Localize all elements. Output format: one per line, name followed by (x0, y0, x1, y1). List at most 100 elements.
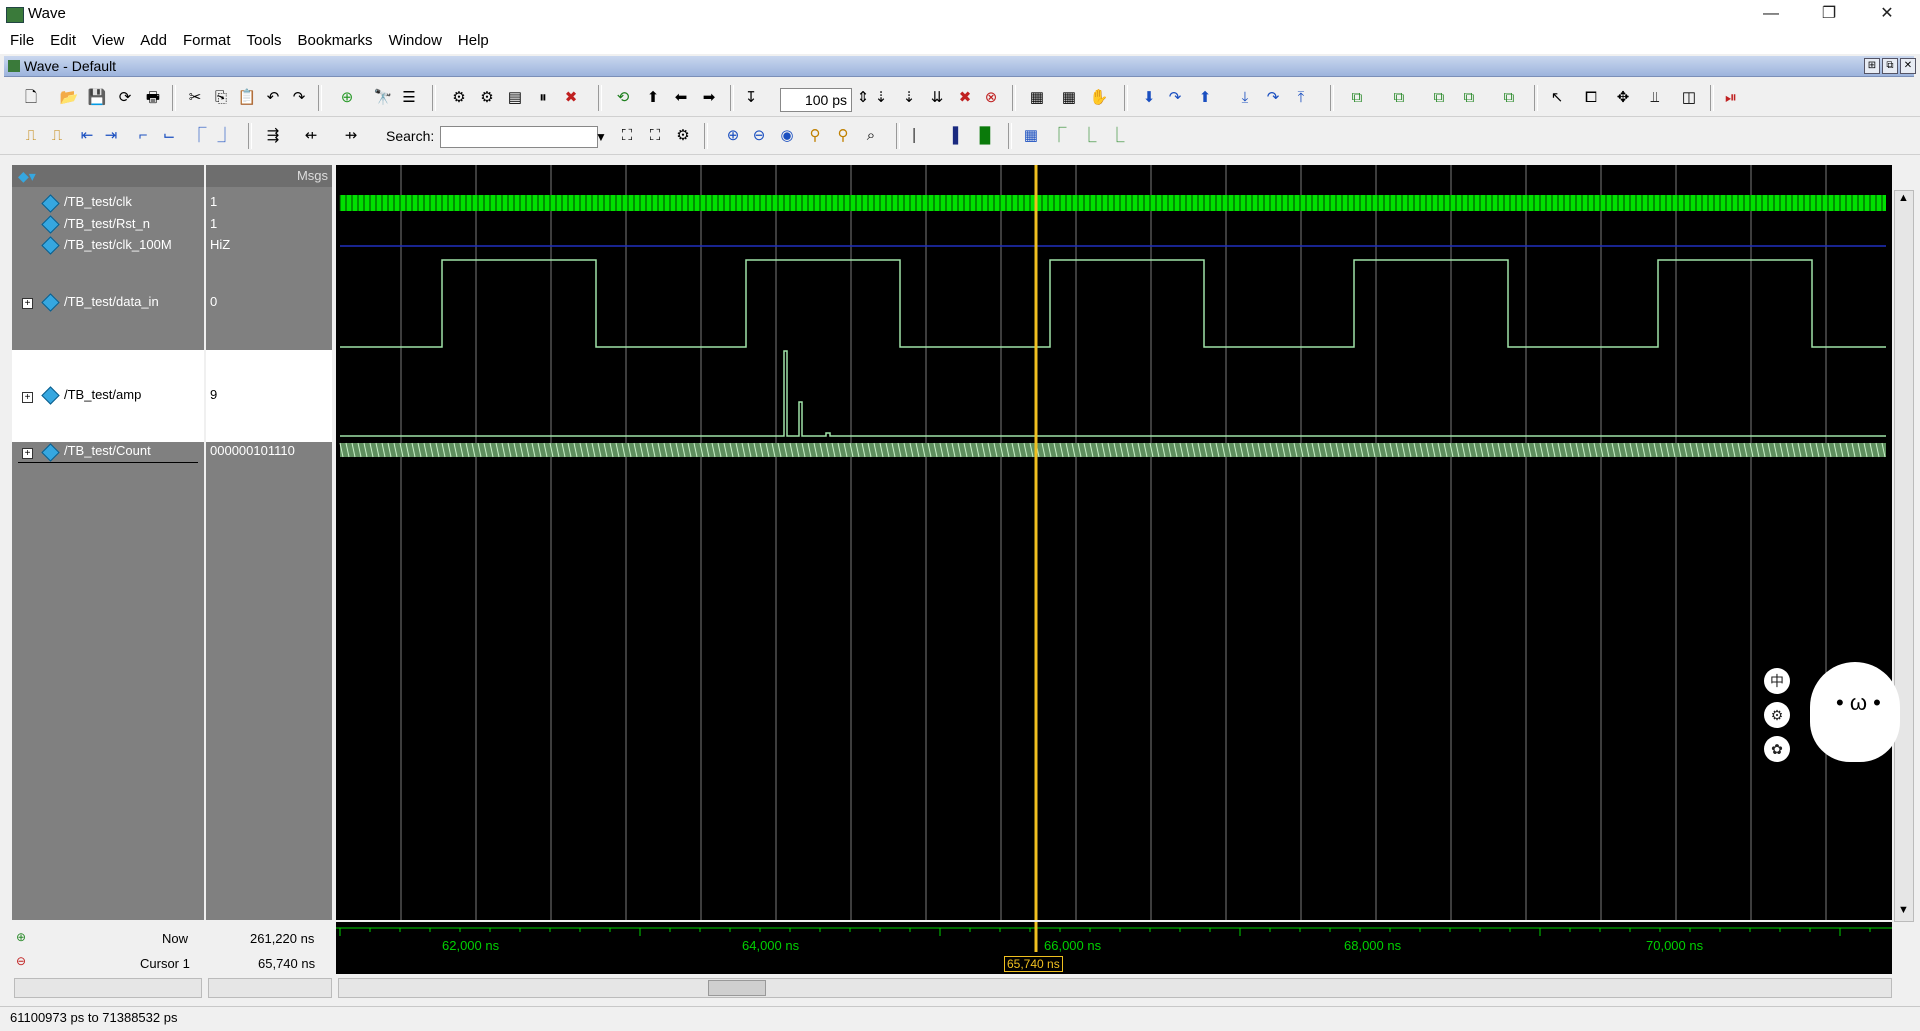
run-length-input[interactable]: 100 ps (780, 88, 852, 112)
search-options-icon[interactable]: ⚙ (672, 125, 694, 147)
names-hscroll[interactable] (14, 978, 202, 998)
time-axis[interactable]: 62,000 ns 64,000 ns 66,000 ns 68,000 ns … (336, 922, 1892, 974)
menu-add[interactable]: Add (132, 28, 175, 54)
memory-icon[interactable]: ▦ (1058, 87, 1080, 109)
save-icon[interactable]: 💾 (86, 87, 108, 109)
scroll-up-icon[interactable]: ▲ (1898, 192, 1909, 204)
cursor-marker[interactable]: 65,740 ns (1004, 956, 1063, 972)
cursor-add-icon[interactable]: ⊕ (16, 930, 26, 944)
signal-name-clk[interactable]: /TB_test/clk (64, 194, 132, 209)
edge-prev-icon[interactable]: ⎾ (188, 125, 210, 147)
expand-amp-icon[interactable]: + (22, 392, 33, 403)
zoom-out-icon[interactable]: ⊖ (748, 125, 770, 147)
wave-fill-icon[interactable]: █ (974, 125, 996, 147)
falling-edge-icon[interactable]: ⌐ (132, 125, 154, 147)
menu-edit[interactable]: Edit (42, 28, 84, 54)
search-input[interactable] (440, 126, 598, 148)
step-into-icon[interactable]: ⬇ (1138, 87, 1160, 109)
compile-icon[interactable]: ⚙ (448, 87, 470, 109)
new-icon[interactable]: 🗋 (20, 87, 42, 109)
cursor-remove-icon[interactable]: ⊖ (16, 954, 26, 968)
compile-all-icon[interactable]: ⚙ (476, 87, 498, 109)
cursor-label[interactable]: Cursor 1 (140, 956, 190, 971)
cursor-prev-icon[interactable]: ⇤ (76, 125, 98, 147)
step-out-all-icon[interactable]: ⤒ (1290, 87, 1312, 109)
zoom-full-icon[interactable]: ◉ (776, 125, 798, 147)
signal-name-rst[interactable]: /TB_test/Rst_n (64, 216, 150, 231)
undo-icon[interactable]: ↶ (262, 87, 284, 109)
stop-icon[interactable]: ⊗ (980, 87, 1002, 109)
signal-name-clk100m[interactable]: /TB_test/clk_100M (64, 237, 172, 252)
expand-data-in-icon[interactable]: + (22, 298, 33, 309)
back-icon[interactable]: ⬅ (670, 87, 692, 109)
search-back-icon[interactable]: ⛶ (644, 125, 666, 147)
wave-frame-title-bar[interactable] (4, 56, 1914, 77)
values-hscroll[interactable] (208, 978, 332, 998)
simulate-icon[interactable]: ▤ (504, 87, 526, 109)
menu-help[interactable]: Help (450, 28, 497, 54)
run-all-icon[interactable]: ⇊ (926, 87, 948, 109)
format-icon[interactable]: ☰ (398, 87, 420, 109)
step-over-icon[interactable]: ↷ (1164, 87, 1186, 109)
wave-signals-icon[interactable]: ◆▾ (18, 168, 36, 185)
frame-undock-icon[interactable]: ⧉ (1882, 58, 1898, 74)
analog-step-icon[interactable]: ⎾ (1048, 125, 1070, 147)
rising-edge-icon[interactable]: ⌙ (158, 125, 180, 147)
layout-1-icon[interactable]: ⧉ (1346, 87, 1368, 109)
layout-4-icon[interactable]: ⧉ (1458, 87, 1480, 109)
forward-icon[interactable]: ➡ (698, 87, 720, 109)
search-dropdown-icon[interactable]: ▼ (592, 126, 610, 148)
continue-icon[interactable]: ⇣ (898, 87, 920, 109)
frame-close-icon[interactable]: ✕ (1900, 58, 1916, 74)
scroll-down-icon[interactable]: ▼ (1898, 904, 1909, 916)
signal-name-count[interactable]: /TB_test/Count (64, 443, 151, 458)
grid-icon[interactable]: ▦ (1020, 125, 1042, 147)
find-icon[interactable]: 🔭 (372, 87, 394, 109)
menu-tools[interactable]: Tools (239, 28, 290, 54)
wave-hscroll-thumb[interactable] (708, 980, 766, 996)
step-over-all-icon[interactable]: ↷ (1262, 87, 1284, 109)
lock-cursor-icon[interactable]: ⇸ (340, 125, 362, 147)
step-into-all-icon[interactable]: ⤓ (1234, 87, 1256, 109)
insert-cursor-icon[interactable]: ⇶ (262, 125, 284, 147)
signal-name-amp[interactable]: /TB_test/amp (64, 387, 141, 402)
zoom-range-icon[interactable]: ⚲ (832, 125, 854, 147)
search-forward-icon[interactable]: ⛶ (616, 125, 638, 147)
break-sim-icon[interactable]: ✖ (954, 87, 976, 109)
menu-file[interactable]: File (2, 28, 42, 54)
minimize-button[interactable]: — (1748, 0, 1794, 28)
layout-2-icon[interactable]: ⧉ (1388, 87, 1410, 109)
copy-icon[interactable]: ⎘ (210, 87, 232, 109)
redo-icon[interactable]: ↷ (288, 87, 310, 109)
expand-count-icon[interactable]: + (22, 448, 33, 459)
wave-hscroll[interactable] (338, 978, 1892, 998)
menu-window[interactable]: Window (381, 28, 450, 54)
zoom-mode-icon[interactable]: ⧠ (1580, 87, 1602, 109)
break-icon[interactable]: ⏸ (532, 87, 554, 109)
edge-next-icon[interactable]: ⏌ (214, 125, 236, 147)
step-out-icon[interactable]: ⬆ (1194, 87, 1216, 109)
delete-cursor-icon[interactable]: ⇷ (300, 125, 322, 147)
analog-backstep-icon[interactable]: ⎿ (1106, 125, 1128, 147)
menu-view[interactable]: View (84, 28, 132, 54)
reload-icon[interactable]: ⟳ (114, 87, 136, 109)
edit-mode-icon[interactable]: ⫫ (1644, 87, 1666, 109)
skin-icon[interactable]: ✿ (1764, 736, 1790, 762)
menu-format[interactable]: Format (175, 28, 239, 54)
performance-icon[interactable]: ▦ (1026, 87, 1048, 109)
add-wave-icon[interactable]: ⊕ (336, 87, 358, 109)
pan-mode-icon[interactable]: ✥ (1612, 87, 1634, 109)
find-prev-edge-icon[interactable]: ⎍ (20, 125, 42, 147)
wave-box-icon[interactable]: ▐ (942, 125, 964, 147)
close-button[interactable]: ✕ (1864, 0, 1910, 28)
paste-icon[interactable]: 📋 (236, 87, 258, 109)
print-icon[interactable]: 🖶 (142, 87, 164, 109)
menu-bookmarks[interactable]: Bookmarks (290, 28, 381, 54)
ime-chinese-icon[interactable]: 中 (1764, 668, 1790, 694)
step-up-icon[interactable]: ⬆ (642, 87, 664, 109)
restore-button[interactable]: ❐ (1806, 0, 1852, 28)
find-next-edge-icon[interactable]: ⎍ (46, 125, 68, 147)
zoom-cursor-icon[interactable]: ⚲ (804, 125, 826, 147)
restart-icon[interactable]: ⟲ (612, 87, 634, 109)
cut-icon[interactable]: ✂ (184, 87, 206, 109)
